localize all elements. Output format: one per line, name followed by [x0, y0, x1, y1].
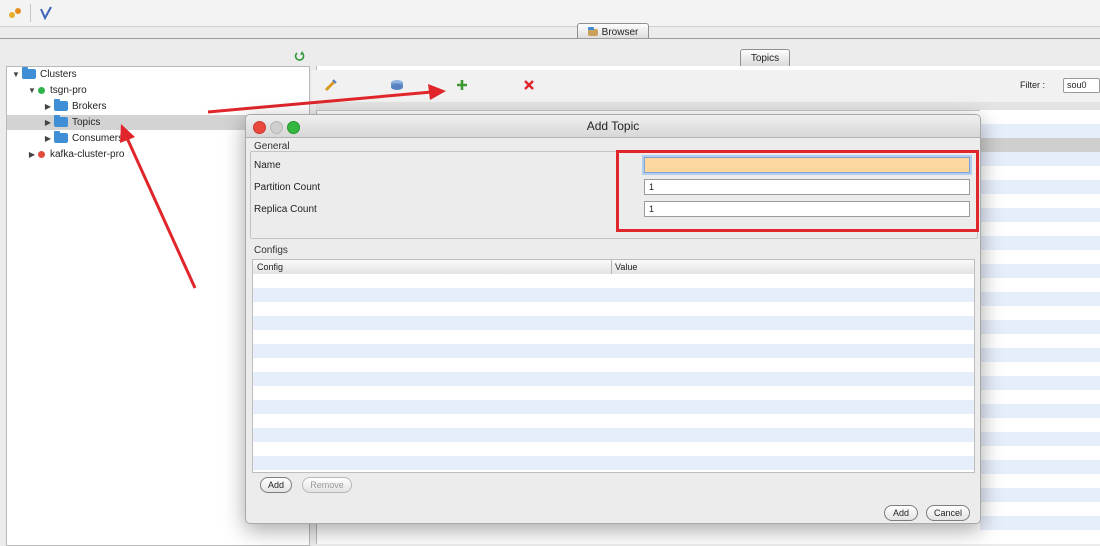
refresh-icon[interactable] [294, 50, 306, 62]
folder-icon [587, 26, 598, 36]
edit-icon[interactable] [37, 4, 55, 22]
tree-item-label: Consumers [72, 132, 124, 144]
topics-table[interactable] [980, 110, 1100, 544]
disclosure-right-icon[interactable]: ▶ [42, 134, 54, 143]
disclosure-down-icon[interactable]: ▼ [26, 86, 38, 95]
toolbar-separator [30, 4, 31, 22]
status-disconnected-icon [38, 150, 45, 158]
tree-item-consumers[interactable]: ▶ Consumers [42, 130, 123, 146]
filter-input[interactable]: sou0 [1063, 78, 1100, 93]
tree-item-label: tsgn-pro [50, 84, 87, 96]
disclosure-down-icon[interactable]: ▼ [10, 70, 22, 79]
tree-item-label: Topics [72, 116, 101, 128]
add-topic-dialog: Add Topic General Name Partition Count R… [245, 114, 981, 524]
folder-icon [22, 67, 36, 79]
tab-browser-label: Browser [601, 26, 639, 38]
tree-item-cluster-kafka-cluster-pro[interactable]: ▶ kafka-cluster-pro [26, 146, 125, 162]
folder-icon [54, 99, 68, 111]
tree-item-brokers[interactable]: ▶ Brokers [42, 98, 106, 114]
disclosure-right-icon[interactable]: ▶ [42, 102, 54, 111]
tree-item-label: Brokers [72, 100, 107, 112]
topics-table-selected-row[interactable] [980, 138, 1100, 152]
app-toolbar [0, 0, 1100, 27]
configs-table-header: Config Value [253, 260, 974, 275]
column-divider [611, 260, 612, 274]
folder-icon [54, 115, 68, 127]
column-header-config[interactable]: Config [257, 260, 283, 274]
configs-table-body[interactable] [253, 274, 974, 472]
name-label: Name [254, 160, 281, 171]
replica-count-label: Replica Count [254, 204, 317, 215]
tree-item-clusters[interactable]: ▼ Clusters [10, 66, 77, 82]
disclosure-right-icon[interactable]: ▶ [26, 150, 38, 159]
add-config-button[interactable]: Add [260, 477, 292, 493]
folder-icon [54, 131, 68, 143]
tree-item-label: kafka-cluster-pro [50, 148, 125, 160]
configs-section-label: Configs [254, 245, 288, 256]
add-icon[interactable] [455, 78, 469, 95]
cluster-add-icon[interactable] [6, 4, 24, 22]
database-icon[interactable] [390, 78, 404, 95]
partition-count-label: Partition Count [254, 182, 321, 193]
tab-topics[interactable]: Topics [740, 49, 790, 66]
status-connected-icon [38, 86, 45, 94]
topics-toolbar: Filter : [312, 70, 1100, 103]
annotation-highlight-box [616, 150, 979, 232]
edit-config-icon[interactable] [324, 78, 338, 95]
delete-icon[interactable] [522, 78, 536, 95]
remove-config-button[interactable]: Remove [302, 477, 352, 493]
dialog-title: Add Topic [586, 119, 640, 133]
cancel-button[interactable]: Cancel [926, 505, 970, 521]
add-button[interactable]: Add [884, 505, 918, 521]
tree-item-label: Clusters [40, 68, 77, 80]
tab-topics-label: Topics [750, 52, 780, 64]
tree-item-topics[interactable]: ▶ Topics [42, 114, 100, 130]
filter-label: Filter : [1020, 80, 1046, 90]
disclosure-right-icon[interactable]: ▶ [42, 118, 54, 127]
configs-table[interactable]: Config Value [252, 259, 975, 473]
tree-item-cluster-tsgn-pro[interactable]: ▼ tsgn-pro [26, 82, 87, 98]
column-header-value[interactable]: Value [615, 260, 637, 274]
